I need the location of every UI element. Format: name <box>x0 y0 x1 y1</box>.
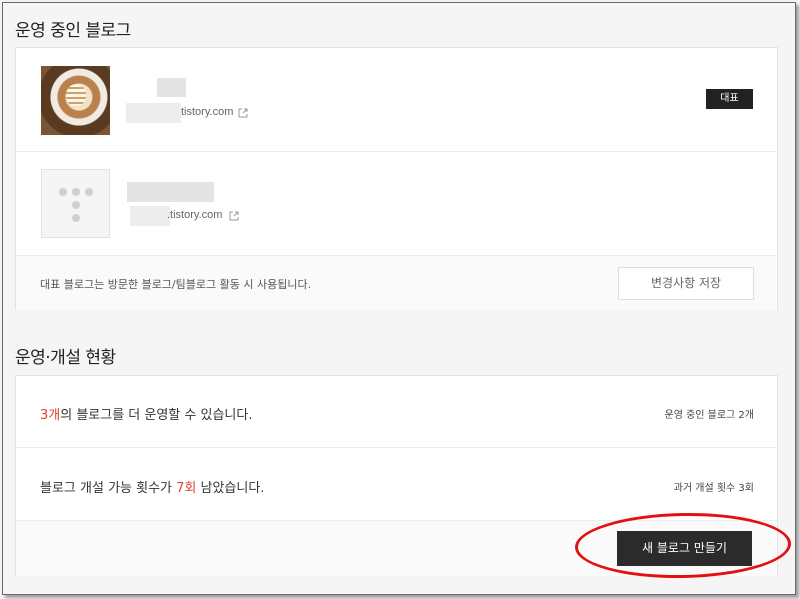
external-link-icon[interactable] <box>229 211 239 221</box>
tistory-logo-dot <box>72 188 80 196</box>
remaining-creations-text: 블로그 개설 가능 횟수가 7회 남았습니다. <box>40 477 264 496</box>
primary-badge: 대표 <box>706 89 753 109</box>
status-row-remaining-blogs: 3개의 블로그를 더 운영할 수 있습니다. 운영 중인 블로그 2개 <box>16 376 777 448</box>
tistory-logo-dot <box>85 188 93 196</box>
remaining-creations-suffix: 남았습니다. <box>196 481 265 496</box>
status-row-remaining-creations: 블로그 개설 가능 횟수가 7회 남았습니다. 과거 개설 횟수 3회 <box>16 448 777 521</box>
blog-thumbnail[interactable] <box>41 66 110 135</box>
blog-url[interactable]: tistory.com <box>181 106 233 118</box>
remaining-blogs-text: 3개의 블로그를 더 운영할 수 있습니다. <box>40 404 252 423</box>
blog-name-redacted <box>157 78 186 97</box>
save-changes-button[interactable]: 변경사항 저장 <box>618 267 754 300</box>
default-blog-thumbnail[interactable] <box>41 169 110 238</box>
tistory-logo-dot <box>72 214 80 222</box>
section-title-status: 운영·개설 현황 <box>15 348 116 368</box>
past-creation-count: 과거 개설 횟수 3회 <box>673 483 754 494</box>
blog-url[interactable]: .tistory.com <box>167 209 222 221</box>
tistory-logo-dot <box>72 201 80 209</box>
section-title-active-blogs: 운영 중인 블로그 <box>15 21 131 41</box>
external-link-icon[interactable] <box>238 108 248 118</box>
latte-art-image <box>66 84 86 106</box>
blog-row[interactable]: tistory.com 대표 <box>16 48 777 152</box>
remaining-creations-prefix: 블로그 개설 가능 횟수가 <box>40 481 177 496</box>
remaining-blogs-count: 3개 <box>40 408 61 423</box>
blog-id-redacted <box>126 103 181 123</box>
remaining-creations-count: 7회 <box>176 481 197 496</box>
primary-blog-note: 대표 블로그는 방문한 블로그/팀블로그 활동 시 사용됩니다. <box>40 278 312 291</box>
blog-id-redacted <box>130 206 170 226</box>
tistory-logo-icon <box>59 188 67 196</box>
active-blogs-card: tistory.com 대표 .tistory.com 대표 블로그는 방문한 … <box>15 47 778 310</box>
active-blogs-footer: 대표 블로그는 방문한 블로그/팀블로그 활동 시 사용됩니다. 변경사항 저장 <box>16 256 777 310</box>
blog-row[interactable]: .tistory.com <box>16 152 777 256</box>
remaining-blogs-label: 의 블로그를 더 운영할 수 있습니다. <box>60 408 253 423</box>
active-blog-count: 운영 중인 블로그 2개 <box>664 410 755 421</box>
blog-name-redacted <box>127 182 214 202</box>
